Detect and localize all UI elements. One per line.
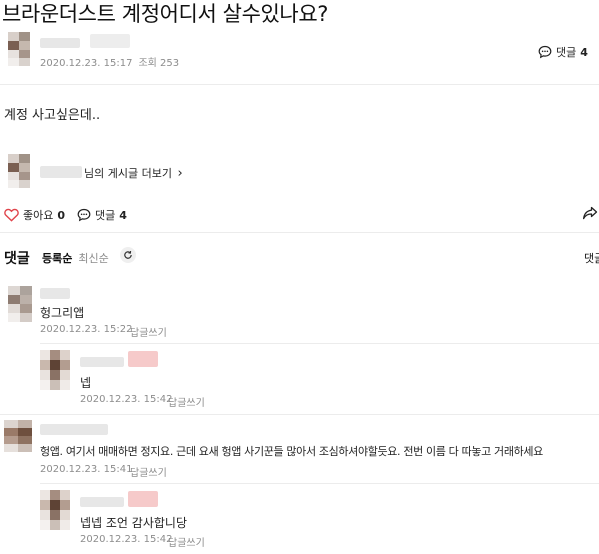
author-level-blur [90,34,130,48]
like-button[interactable]: 좋아요 0 [4,207,65,223]
comment-label: 댓글 [95,209,116,222]
commenter-name-blur[interactable] [80,497,124,507]
commenter-name-blur[interactable] [40,288,70,299]
comment-text: 넵 [80,376,92,390]
chevron-right-icon: › [177,166,183,181]
comments-heading-cut: 댓글 [584,252,599,265]
reply-button[interactable]: 답글쓰기 [168,534,205,549]
commenter-avatar[interactable] [40,350,70,390]
divider [40,483,599,484]
author-name-blur [40,166,82,178]
comment-text: 헝앱. 여기서 매매하면 정지요. 근데 요새 헝앱 사기꾼들 많아서 조심하셔… [40,445,543,458]
comment-date: 2020.12.23. 15:41 [40,464,133,475]
refresh-button[interactable] [120,247,136,263]
author-badge-blur [128,351,158,367]
comment-date: 2020.12.23. 15:42 [80,534,173,545]
reply-button[interactable]: 답글쓰기 [168,394,205,409]
divider [0,414,599,415]
post-title: 브라운더스트 계정어디서 살수있나요? [2,2,329,26]
commenter-avatar[interactable] [4,420,32,452]
author-avatar[interactable] [8,32,30,66]
more-posts-link[interactable]: 님의 게시글 더보기 › [84,165,183,181]
refresh-icon [123,250,133,260]
commenter-avatar[interactable] [40,490,70,530]
post-meta: 2020.12.23. 15:17 조회 253 [40,54,179,69]
share-icon[interactable] [582,206,598,221]
speech-bubble-icon [538,45,552,59]
comment-button[interactable]: 댓글 4 [77,207,127,223]
more-posts-label: 님의 게시글 더보기 [84,167,172,180]
comment-date: 2020.12.23. 15:22 [40,324,133,335]
post-views: 조회 253 [138,58,180,69]
author-name-blur[interactable] [40,38,80,48]
comment-link-count: 4 [580,45,588,59]
sort-registered-tab[interactable]: 등록순 [42,252,72,265]
commenter-name-blur[interactable] [80,357,124,367]
divider [0,232,599,233]
like-label: 좋아요 [23,209,54,222]
comment-text: 넵넵 조언 감사합니당 [80,516,187,530]
heart-icon [4,208,19,222]
speech-bubble-icon [77,208,91,222]
commenter-avatar[interactable] [8,286,32,322]
like-count: 0 [57,208,66,222]
author-avatar-small[interactable] [8,154,30,188]
comment-text: 헝그리앱 [40,306,85,320]
reply-button[interactable]: 답글쓰기 [130,324,167,339]
divider [40,343,599,344]
divider [0,84,599,85]
comment-count-link[interactable]: 댓글 4 [538,44,588,60]
comment-link-label: 댓글 [556,46,577,59]
comment-sort-tabs: 등록순 최신순 [42,250,109,266]
author-badge-blur [128,491,158,507]
post-date: 2020.12.23. 15:17 [40,58,133,69]
comment-count: 4 [119,208,127,222]
commenter-name-blur[interactable] [40,424,108,435]
post-content: 계정 사고싶은데.. [4,108,101,123]
reply-button[interactable]: 답글쓰기 [130,464,167,479]
comments-heading: 댓글 [4,251,30,267]
sort-latest-tab[interactable]: 최신순 [78,252,108,265]
comment-date: 2020.12.23. 15:42 [80,394,173,405]
